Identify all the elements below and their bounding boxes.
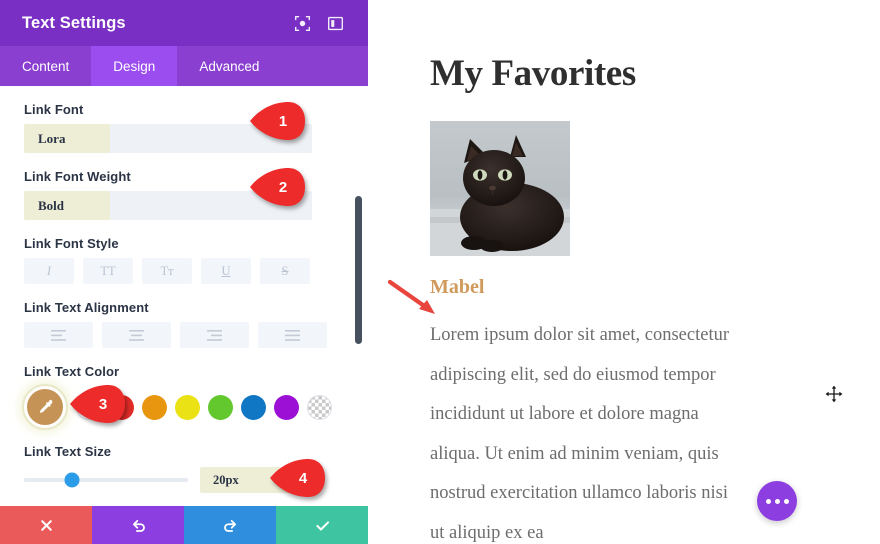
swatch-yellow[interactable] — [175, 394, 200, 420]
italic-icon[interactable]: I — [24, 258, 74, 284]
x-icon — [40, 519, 52, 531]
redo-arrow-icon — [223, 519, 236, 532]
link-text-alignment-field: Link Text Alignment — [24, 300, 346, 348]
red-arrow-pointer — [387, 279, 435, 314]
link-text-size-value: 20px — [213, 472, 239, 487]
undo-arrow-icon — [132, 519, 145, 532]
swatch-blue[interactable] — [241, 394, 266, 420]
link-text-size-slider[interactable] — [24, 472, 188, 488]
callout-1: 1 — [248, 102, 306, 140]
uppercase-glyph: TT — [100, 263, 116, 278]
link-font-style-label: Link Font Style — [24, 236, 119, 251]
dot — [765, 498, 771, 504]
underline-icon[interactable]: U — [201, 258, 251, 284]
redo-button[interactable] — [184, 506, 276, 544]
link-font-style-field: Link Font Style I TT Tт U S — [24, 236, 346, 284]
preview-content: My Favorites Mabel Lorem ipsum dolor sit… — [368, 0, 880, 544]
page-preview: My Favorites Mabel Lorem ipsum dolor sit… — [368, 0, 880, 544]
preview-body-text: Lorem ipsum dolor sit amet, consectetur … — [430, 325, 730, 543]
swatch-green[interactable] — [208, 394, 233, 420]
tab-design[interactable]: Design — [91, 46, 178, 86]
align-left-icon[interactable] — [24, 322, 93, 348]
tab-advanced[interactable]: Advanced — [177, 46, 281, 86]
link-text-alignment-label: Link Text Alignment — [24, 300, 149, 315]
panel-title: Text Settings — [22, 13, 126, 32]
uppercase-icon[interactable]: TT — [83, 258, 133, 284]
strikethrough-glyph: S — [281, 263, 289, 278]
callout-4-number: 4 — [298, 469, 308, 487]
swatch-purple[interactable] — [274, 394, 299, 420]
panel-header: Text Settings — [0, 0, 368, 46]
eyedropper-icon — [39, 399, 53, 413]
callout-4: 4 — [268, 459, 326, 497]
underline-glyph: U — [221, 263, 231, 278]
panel-tabs: Content Design Advanced — [0, 46, 368, 86]
more-options-button[interactable] — [757, 481, 797, 521]
panel-action-bar — [0, 506, 368, 544]
swatch-orange[interactable] — [142, 394, 167, 420]
link-font-value: Lora — [38, 130, 66, 146]
layout-panel-icon[interactable] — [327, 15, 344, 32]
small-caps-glyph: Tт — [160, 263, 174, 278]
link-text-color-label: Link Text Color — [24, 364, 120, 379]
slider-fill — [24, 478, 66, 482]
panel-body: Link Font Lora Link Font Weight Bold Lin… — [0, 86, 368, 506]
align-justify-icon[interactable] — [258, 322, 327, 348]
link-font-weight-value: Bold — [38, 197, 65, 213]
undo-button[interactable] — [92, 506, 184, 544]
callout-1-number: 1 — [278, 112, 288, 130]
move-cursor-icon — [824, 384, 844, 404]
small-caps-icon[interactable]: Tт — [142, 258, 192, 284]
callout-2-number: 2 — [278, 178, 288, 196]
dot — [783, 498, 789, 504]
link-text-alignment-buttons — [24, 322, 346, 348]
cat-image — [430, 121, 570, 256]
callout-3-number: 3 — [98, 395, 108, 413]
close-button[interactable] — [0, 506, 92, 544]
strikethrough-icon[interactable]: S — [260, 258, 310, 284]
focus-icon[interactable] — [294, 15, 311, 32]
page-title: My Favorites — [430, 53, 636, 94]
checkmark-icon — [315, 520, 329, 531]
callout-3: 3 — [68, 385, 126, 423]
link-text-color-swatch[interactable] — [24, 386, 66, 428]
link-font-style-buttons: I TT Tт U S — [24, 258, 346, 284]
dot — [774, 498, 780, 504]
tab-content[interactable]: Content — [0, 46, 91, 86]
italic-glyph: I — [46, 263, 52, 278]
panel-scrollbar-thumb[interactable] — [355, 196, 362, 344]
save-button[interactable] — [276, 506, 368, 544]
callout-2: 2 — [248, 168, 306, 206]
divi-builder-screen: Text Settings Content Design Advanced Li… — [0, 0, 880, 544]
panel-header-icons — [294, 15, 344, 32]
align-center-icon[interactable] — [102, 322, 171, 348]
slider-knob[interactable] — [64, 472, 80, 488]
link-text-size-label: Link Text Size — [24, 444, 112, 459]
swatch-transparent[interactable] — [307, 394, 332, 420]
align-right-icon[interactable] — [180, 322, 249, 348]
